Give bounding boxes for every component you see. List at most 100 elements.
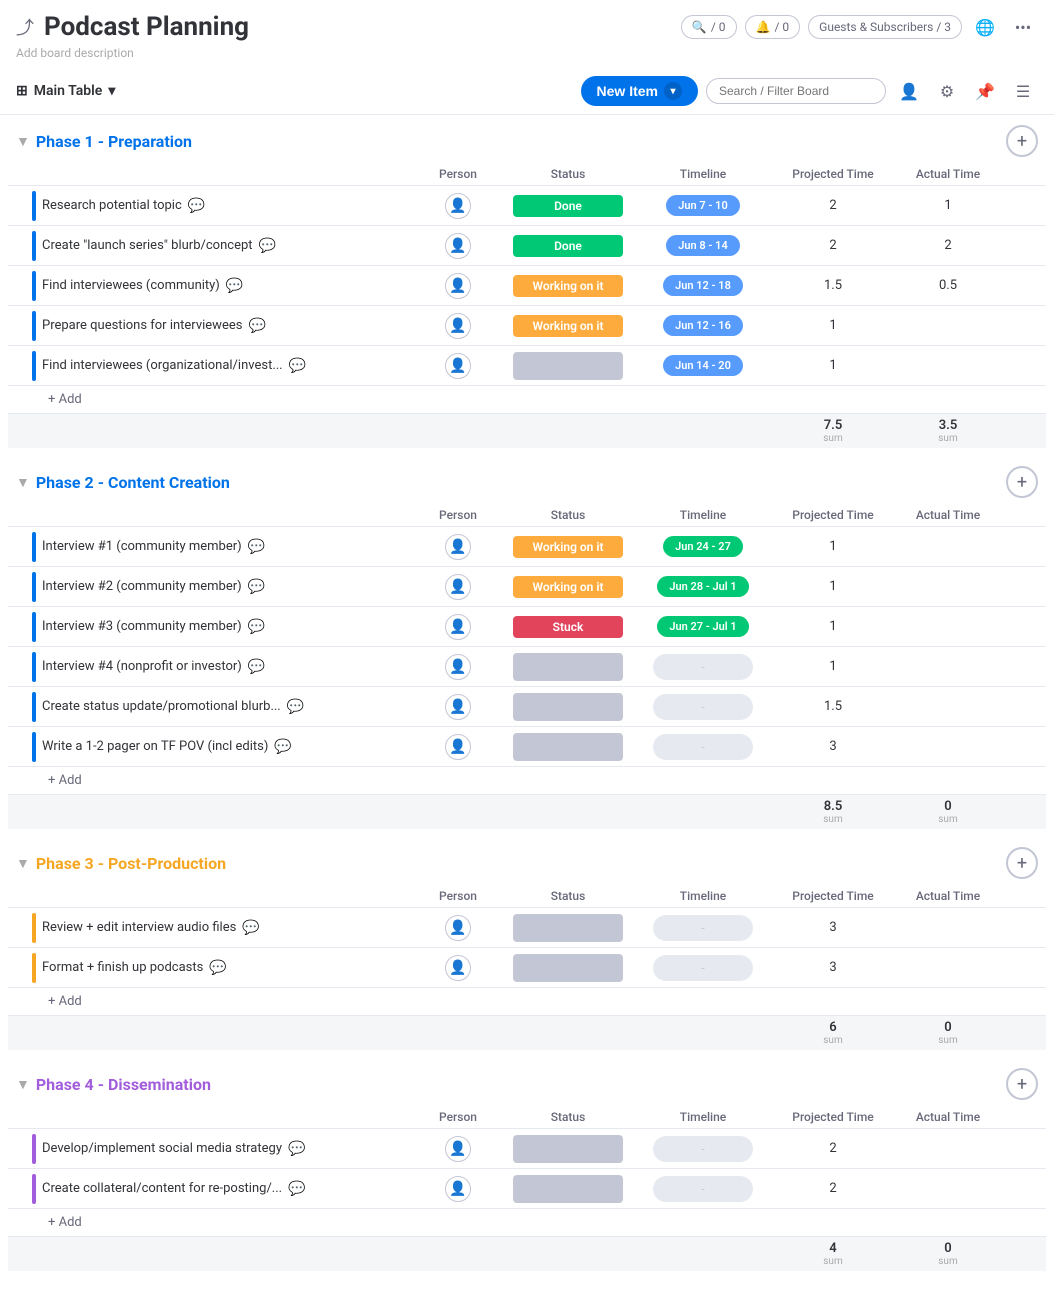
filter-icon-btn[interactable]: ☰ <box>1008 76 1038 106</box>
person-avatar[interactable]: 👤 <box>445 915 471 941</box>
comment-icon[interactable]: 💬 <box>274 739 291 755</box>
person-avatar[interactable]: 👤 <box>445 694 471 720</box>
person-avatar[interactable]: 👤 <box>445 955 471 981</box>
status-badge[interactable]: Working on it <box>513 275 623 297</box>
timeline-empty[interactable]: - <box>653 694 753 720</box>
comment-icon[interactable]: 💬 <box>248 539 265 555</box>
timeline-empty[interactable]: - <box>653 955 753 981</box>
add-column-btn-phase2[interactable]: + <box>1006 466 1038 498</box>
phase-toggle-phase4[interactable]: ▼ <box>16 1076 30 1093</box>
comment-icon[interactable]: 💬 <box>188 198 205 214</box>
person-avatar[interactable]: 👤 <box>445 574 471 600</box>
timeline-empty[interactable]: - <box>653 1136 753 1162</box>
timeline-empty[interactable]: - <box>653 1176 753 1202</box>
comment-icon[interactable]: 💬 <box>248 659 265 675</box>
settings-icon-btn[interactable]: ⚙ <box>932 76 962 106</box>
guests-pill[interactable]: Guests & Subscribers / 3 <box>808 15 962 39</box>
timeline-badge[interactable]: Jun 14 - 20 <box>663 355 743 376</box>
timeline-empty[interactable]: - <box>653 915 753 941</box>
comment-icon[interactable]: 💬 <box>289 358 306 374</box>
row-name-cell: Interview #3 (community member) 💬 <box>16 612 418 642</box>
add-column-btn-phase4[interactable]: + <box>1006 1068 1038 1100</box>
comment-icon[interactable]: 💬 <box>287 699 304 715</box>
person-avatar[interactable]: 👤 <box>445 313 471 339</box>
board-description[interactable]: Add board description <box>0 42 1054 68</box>
status-badge[interactable]: Stuck <box>513 616 623 638</box>
person-avatar[interactable]: 👤 <box>445 614 471 640</box>
add-row-phase1[interactable]: + Add <box>8 386 1046 413</box>
status-empty[interactable] <box>513 914 623 942</box>
status-empty[interactable] <box>513 1175 623 1203</box>
status-badge[interactable]: Working on it <box>513 576 623 598</box>
person-avatar[interactable]: 👤 <box>445 534 471 560</box>
person-avatar[interactable]: 👤 <box>445 193 471 219</box>
row-name-text: Review + edit interview audio files <box>42 920 236 935</box>
table-header-phase4: Person Status Timeline Projected Time Ac… <box>8 1106 1046 1129</box>
status-empty[interactable] <box>513 693 623 721</box>
comment-icon[interactable]: 💬 <box>259 238 276 254</box>
globe-icon-btn[interactable]: 🌐 <box>970 12 1000 42</box>
phase-toggle-phase1[interactable]: ▼ <box>16 133 30 150</box>
status-badge[interactable]: Done <box>513 235 623 257</box>
person-avatar[interactable]: 👤 <box>445 654 471 680</box>
comment-icon[interactable]: 💬 <box>226 278 243 294</box>
status-empty[interactable] <box>513 653 623 681</box>
timeline-badge[interactable]: Jun 28 - Jul 1 <box>657 576 748 597</box>
timeline-empty[interactable]: - <box>653 734 753 760</box>
comment-icon[interactable]: 💬 <box>248 619 265 635</box>
status-badge[interactable]: Working on it <box>513 315 623 337</box>
phase-header-phase1: ▼ Phase 1 - Preparation + <box>8 115 1046 163</box>
search-input[interactable] <box>706 78 886 104</box>
phase-toggle-phase2[interactable]: ▼ <box>16 474 30 491</box>
more-options-btn[interactable]: ••• <box>1008 12 1038 42</box>
comment-icon[interactable]: 💬 <box>248 318 265 334</box>
person-avatar[interactable]: 👤 <box>445 273 471 299</box>
user-icon-btn[interactable]: 👤 <box>894 76 924 106</box>
status-badge[interactable]: Working on it <box>513 536 623 558</box>
search-count-pill[interactable]: 🔍 / 0 <box>681 15 737 39</box>
person-avatar[interactable]: 👤 <box>445 1136 471 1162</box>
status-empty[interactable] <box>513 954 623 982</box>
person-avatar[interactable]: 👤 <box>445 353 471 379</box>
col-actual-label: Actual Time <box>898 889 998 903</box>
timeline-badge[interactable]: Jun 27 - Jul 1 <box>657 616 748 637</box>
phase-header-phase2: ▼ Phase 2 - Content Creation + <box>8 456 1046 504</box>
comment-icon[interactable]: 💬 <box>288 1141 305 1157</box>
status-empty[interactable] <box>513 352 623 380</box>
pin-icon-btn[interactable]: 📌 <box>970 76 1000 106</box>
timeline-badge[interactable]: Jun 12 - 18 <box>663 275 743 296</box>
col-projected-label: Projected Time <box>768 167 898 181</box>
status-empty[interactable] <box>513 1135 623 1163</box>
sum-row-phase3: 6 sum 0 sum <box>8 1015 1046 1050</box>
phase-header-phase3: ▼ Phase 3 - Post-Production + <box>8 837 1046 885</box>
phase-toggle-phase3[interactable]: ▼ <box>16 855 30 872</box>
status-empty[interactable] <box>513 733 623 761</box>
add-row-phase4[interactable]: + Add <box>8 1209 1046 1236</box>
timeline-badge[interactable]: Jun 7 - 10 <box>666 195 740 216</box>
projected-time-cell: 3 <box>768 920 898 935</box>
comment-icon[interactable]: 💬 <box>242 920 259 936</box>
row-color-bar <box>32 1174 36 1204</box>
sum-actual: 0 sum <box>898 799 998 825</box>
row-name-cell: Prepare questions for interviewees 💬 <box>16 311 418 341</box>
timeline-badge[interactable]: Jun 24 - 27 <box>663 536 743 557</box>
person-avatar[interactable]: 👤 <box>445 1176 471 1202</box>
comment-icon[interactable]: 💬 <box>209 960 226 976</box>
add-row-phase2[interactable]: + Add <box>8 767 1046 794</box>
person-avatar[interactable]: 👤 <box>445 734 471 760</box>
activity-count-pill[interactable]: 🔔 / 0 <box>745 15 801 39</box>
timeline-empty[interactable]: - <box>653 654 753 680</box>
main-table-button[interactable]: ⊞ Main Table ▾ <box>16 83 115 99</box>
share-icon[interactable]: ⤴ <box>16 14 34 40</box>
timeline-badge[interactable]: Jun 8 - 14 <box>666 235 740 256</box>
person-avatar[interactable]: 👤 <box>445 233 471 259</box>
add-row-phase3[interactable]: + Add <box>8 988 1046 1015</box>
add-column-btn-phase3[interactable]: + <box>1006 847 1038 879</box>
new-item-button[interactable]: New Item ▾ <box>581 76 698 106</box>
timeline-badge[interactable]: Jun 12 - 16 <box>663 315 743 336</box>
add-column-btn-phase1[interactable]: + <box>1006 125 1038 157</box>
status-badge[interactable]: Done <box>513 195 623 217</box>
comment-icon[interactable]: 💬 <box>288 1181 305 1197</box>
row-name-cell: Interview #1 (community member) 💬 <box>16 532 418 562</box>
comment-icon[interactable]: 💬 <box>248 579 265 595</box>
